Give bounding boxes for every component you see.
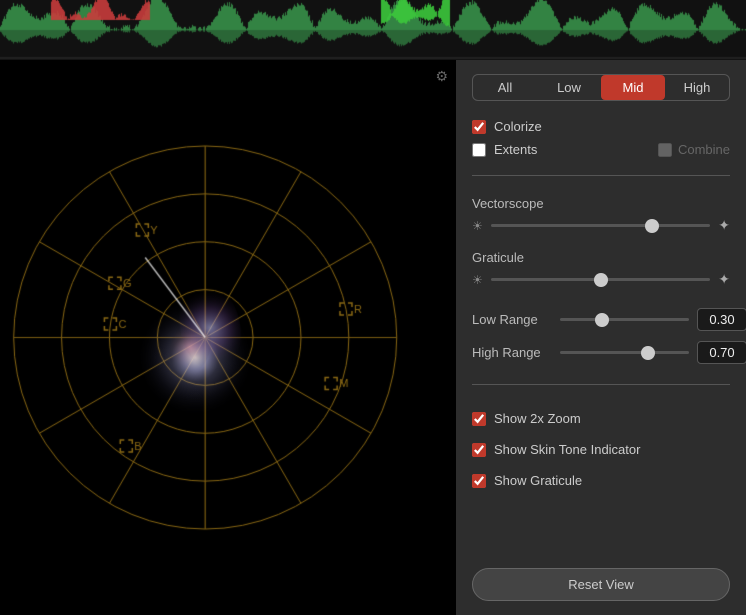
high-range-slider[interactable]: [560, 351, 689, 354]
low-range-row: Low Range 0.30: [472, 308, 730, 331]
graticule-slider-row: ☀ ✦: [472, 271, 730, 288]
show-graticule-checkbox[interactable]: [472, 474, 486, 488]
tab-bar: All Low Mid High: [472, 74, 730, 101]
vectorscope-slider-row: ☀ ✦: [472, 217, 730, 234]
reset-btn-container: Reset View: [472, 552, 730, 601]
extents-row: Extents Combine: [472, 142, 730, 157]
graticule-slider[interactable]: [491, 278, 711, 281]
low-range-label: Low Range: [472, 312, 552, 327]
waveform-bar: [0, 0, 746, 60]
vectorscope-label: Vectorscope: [472, 196, 730, 211]
show-2x-zoom-label[interactable]: Show 2x Zoom: [494, 411, 581, 426]
combine-checkbox: [658, 143, 672, 157]
sun-large-icon-1: ✦: [718, 217, 730, 234]
colorize-checkbox[interactable]: [472, 120, 486, 134]
graticule-label: Graticule: [472, 250, 730, 265]
controls-panel: All Low Mid High Colorize Extents Combin…: [456, 60, 746, 615]
divider-1: [472, 175, 730, 176]
sun-small-icon-1: ☀: [472, 219, 483, 233]
high-range-label: High Range: [472, 345, 552, 360]
vectorscope-canvas: [0, 60, 456, 615]
vectorscope-section: Vectorscope ☀ ✦: [472, 196, 730, 240]
combine-label: Combine: [658, 142, 730, 157]
vectorscope-slider[interactable]: [491, 224, 711, 227]
scope-panel: ⚙: [0, 60, 456, 615]
show-skin-tone-label[interactable]: Show Skin Tone Indicator: [494, 442, 640, 457]
extents-checkbox[interactable]: [472, 143, 486, 157]
tab-all[interactable]: All: [473, 75, 537, 100]
scope-settings-icon[interactable]: ⚙: [435, 68, 448, 85]
sun-large-icon-2: ✦: [718, 271, 730, 288]
colorize-row: Colorize: [472, 119, 730, 134]
extents-label[interactable]: Extents: [494, 142, 537, 157]
show-2x-zoom-checkbox[interactable]: [472, 412, 486, 426]
tab-high[interactable]: High: [665, 75, 729, 100]
main-area: ⚙ All Low Mid High Colorize Extents Comb…: [0, 60, 746, 615]
colorize-label[interactable]: Colorize: [494, 119, 542, 134]
low-range-value: 0.30: [697, 308, 746, 331]
low-range-slider[interactable]: [560, 318, 689, 321]
sun-small-icon-2: ☀: [472, 273, 483, 287]
range-section: Low Range 0.30 High Range 0.70: [472, 308, 730, 374]
show-graticule-row: Show Graticule: [472, 473, 730, 488]
graticule-section: Graticule ☀ ✦: [472, 250, 730, 294]
tab-mid[interactable]: Mid: [601, 75, 665, 100]
tab-low[interactable]: Low: [537, 75, 601, 100]
show-graticule-label[interactable]: Show Graticule: [494, 473, 582, 488]
high-range-row: High Range 0.70: [472, 341, 730, 364]
show-2x-zoom-row: Show 2x Zoom: [472, 411, 730, 426]
waveform-canvas: [0, 0, 746, 60]
bottom-checkboxes: Show 2x Zoom Show Skin Tone Indicator Sh…: [472, 411, 730, 496]
divider-2: [472, 384, 730, 385]
reset-view-button[interactable]: Reset View: [472, 568, 730, 601]
show-skin-tone-checkbox[interactable]: [472, 443, 486, 457]
high-range-value: 0.70: [697, 341, 746, 364]
show-skin-tone-row: Show Skin Tone Indicator: [472, 442, 730, 457]
